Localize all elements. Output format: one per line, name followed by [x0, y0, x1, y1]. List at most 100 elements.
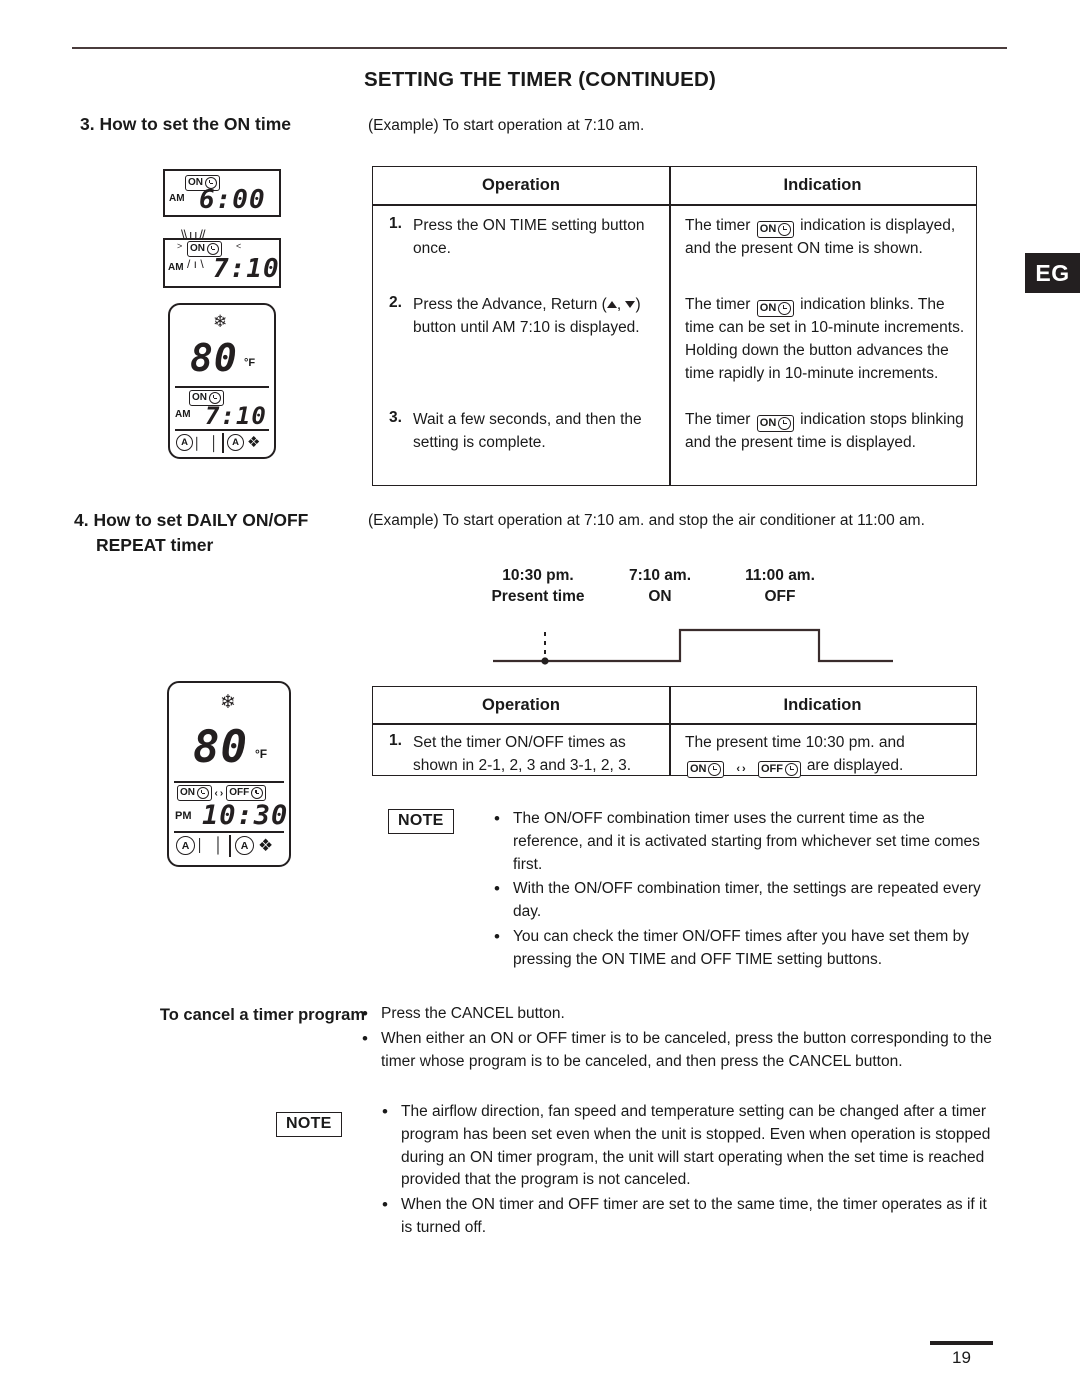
timeline-marker-0: 10:30 pm. Present time	[473, 566, 603, 608]
lcd-louver-auto-group: A ⎸│	[176, 836, 223, 855]
auto-circle-icon: A	[176, 836, 195, 855]
timeline-marker-1: 7:10 am. ON	[610, 566, 710, 608]
lcd-timer-badge-row: ON ‹ › OFF	[177, 785, 266, 801]
table1-row3-operation: Wait a few seconds, and then the setting…	[413, 411, 642, 451]
lcd-on-timer-badge: ON	[177, 785, 212, 801]
clock-icon	[777, 417, 791, 430]
table1-row3-number: 3.	[389, 409, 402, 426]
note2-item-0: The airflow direction, fan speed and tem…	[378, 1100, 998, 1192]
cancel-item-1: When either an ON or OFF timer is to be …	[358, 1027, 998, 1074]
table2-row1-indication: The present time 10:30 pm. and ON ‹ › OFF a…	[685, 732, 970, 778]
operation-indication-table-2: Operation Indication 1. Set the timer ON…	[372, 686, 977, 778]
blink-rays-lower-icon: / ı \	[187, 257, 204, 271]
timeline-marker-2-time: 11:00 am.	[745, 567, 815, 584]
timeline-marker-2: 11:00 am. OFF	[725, 566, 835, 608]
operation-mid: ,	[616, 296, 622, 313]
auto-circle-icon: A	[235, 836, 254, 855]
table-header-rule	[373, 204, 976, 206]
repeat-timer-icon: ‹ ›	[736, 762, 746, 775]
table2-header-operation: Operation	[482, 696, 560, 714]
blink-ray-left-icon: >	[177, 241, 183, 251]
lcd-time-2: 7:10	[213, 254, 280, 284]
table1-header-operation: Operation	[482, 176, 560, 194]
table2-row1-operation: Set the timer ON/OFF times as shown in 2…	[413, 734, 631, 774]
indication-suffix: are displayed.	[806, 756, 904, 774]
snowflake-icon: ❄	[213, 312, 228, 331]
lcd-display-2: \\ ı ı // > < ON / ı \ AM 7:10	[162, 227, 282, 288]
advance-up-arrow-icon	[606, 301, 617, 308]
clock-icon	[784, 762, 798, 776]
lcd-ampm-1: AM	[169, 193, 185, 204]
lcd-temp-unit-4: °F	[255, 747, 268, 761]
operation-indication-table-1: Operation Indication 1. Press the ON TIM…	[372, 166, 977, 486]
on-timer-icon: ON	[756, 415, 794, 432]
lcd-fan-auto-group: A ❖	[227, 434, 260, 451]
lcd-display-1: ON AM 6:00	[162, 169, 282, 217]
header-rule	[72, 47, 1007, 49]
lcd-time-4: 10:30	[202, 800, 289, 831]
blink-ray-right-icon: <	[236, 241, 242, 251]
fan-icon: ❖	[247, 434, 261, 451]
note-list-1: The ON/OFF combination timer uses the cu…	[490, 807, 990, 973]
louver-icon: ⎸│	[199, 837, 224, 854]
clock-icon	[196, 787, 209, 799]
table1-row1-indication: The timer ON indication is displayed, an…	[685, 215, 965, 261]
lcd-ampm-3: AM	[175, 409, 191, 420]
cancel-section-heading: To cancel a timer program	[159, 1006, 365, 1024]
timeline-marker-1-time: 7:10 am.	[628, 567, 692, 584]
on-timer-icon: ON	[687, 760, 724, 778]
table1-row2-indication: The timer ON indication blinks. The time…	[685, 294, 970, 385]
table1-row2-number: 2.	[389, 294, 402, 311]
blink-rays-icon: \\ ı ı //	[181, 227, 205, 242]
lcd-ampm-4: PM	[175, 810, 192, 822]
lcd-off-timer-badge: OFF	[226, 785, 266, 801]
note-label-2: NOTE	[276, 1112, 342, 1137]
lcd-vertical-separator	[229, 835, 231, 857]
lcd-temperature-4: 80	[193, 722, 248, 773]
table2-header-indication: Indication	[783, 696, 862, 714]
table1-header-indication: Indication	[783, 176, 862, 194]
on-timer-icon: ON	[756, 300, 794, 317]
off-timer-icon: OFF	[758, 760, 801, 778]
timeline-waveform	[493, 628, 893, 665]
lcd-louver-auto-group: A ⎸│	[176, 434, 219, 451]
section-4-heading-line1: 4. How to set DAILY ON/OFF	[74, 510, 309, 530]
lcd-temperature-3: 80	[190, 336, 238, 380]
lcd-divider-2	[174, 831, 284, 833]
lcd-divider	[175, 386, 269, 388]
lcd-divider	[174, 781, 284, 783]
note-list-2: The airflow direction, fan speed and tem…	[378, 1100, 998, 1242]
lcd-divider-2	[175, 429, 269, 431]
section-4-heading: 4. How to set DAILY ON/OFF REPEAT timer	[74, 508, 374, 558]
clock-icon	[708, 762, 721, 776]
on-timer-icon: ON	[756, 221, 794, 238]
footer-rule	[930, 1341, 993, 1345]
lcd-ampm-2: AM	[168, 262, 184, 273]
note1-item-0: The ON/OFF combination timer uses the cu…	[490, 807, 990, 876]
louver-icon: ⎸│	[196, 434, 219, 451]
indication-prefix: The present time 10:30 pm. and	[685, 734, 905, 751]
clock-icon	[777, 302, 791, 315]
table2-row1-number: 1.	[389, 732, 402, 749]
lcd-vertical-separator	[222, 433, 224, 453]
snowflake-icon: ❄	[220, 692, 236, 713]
timeline-marker-0-time: 10:30 pm.	[502, 567, 574, 584]
page-number: 19	[952, 1348, 971, 1367]
lcd-time-3: 7:10	[205, 402, 267, 430]
auto-circle-icon: A	[227, 434, 244, 451]
table1-row2-operation: Press the Advance, Return (, ) button un…	[413, 294, 663, 340]
cancel-list: Press the CANCEL button. When either an …	[358, 1002, 998, 1075]
section-4-heading-line2: REPEAT timer	[96, 534, 214, 555]
timeline-diagram: 10:30 pm. Present time 7:10 am. ON 11:00…	[455, 566, 925, 674]
timeline-marker-0-label: Present time	[491, 587, 585, 605]
return-down-arrow-icon	[625, 301, 636, 308]
indication-prefix: The timer	[685, 296, 751, 313]
timeline-marker-2-label: OFF	[764, 587, 796, 605]
lcd-temp-unit-3: °F	[244, 357, 256, 369]
auto-circle-icon: A	[176, 434, 193, 451]
table1-row3-indication: The timer ON indication stops blinking a…	[685, 409, 967, 455]
note-label-1: NOTE	[388, 809, 454, 834]
fan-icon: ❖	[258, 836, 274, 855]
indication-prefix: The timer	[685, 217, 751, 234]
indication-prefix: The timer	[685, 411, 751, 428]
